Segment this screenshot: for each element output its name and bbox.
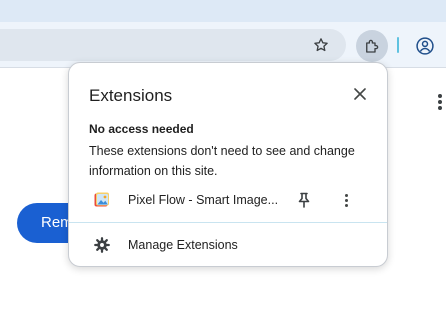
popup-divider [69,222,387,223]
close-button[interactable] [349,83,371,105]
pin-button[interactable] [293,189,315,211]
manage-extensions-label: Manage Extensions [128,238,238,252]
extension-more-button[interactable] [335,189,357,211]
pin-icon [298,192,310,208]
section-description: These extensions don't need to see and c… [89,144,355,178]
profile-button[interactable] [410,31,440,61]
extension-row[interactable]: Pixel Flow - Smart Image... [69,185,387,217]
gear-icon [93,236,111,254]
popup-title: Extensions [89,86,173,105]
profile-icon [416,37,434,55]
extension-name: Pixel Flow - Smart Image... [128,193,279,207]
extensions-button[interactable] [356,30,388,62]
close-icon [354,88,366,100]
kebab-icon[interactable] [436,92,444,114]
pixel-flow-logo [94,192,110,208]
manage-extensions-item[interactable]: Manage Extensions [69,231,387,259]
bookmark-star-button[interactable] [308,32,334,58]
address-bar[interactable] [0,29,346,61]
extensions-popup: Extensions No access needed These extens… [68,62,388,267]
toolbar-divider [397,37,399,53]
section-heading: No access needed [89,122,194,136]
tab-strip [0,0,446,22]
puzzle-icon [366,39,379,53]
star-icon [314,38,328,52]
more-vert-icon [344,193,348,207]
